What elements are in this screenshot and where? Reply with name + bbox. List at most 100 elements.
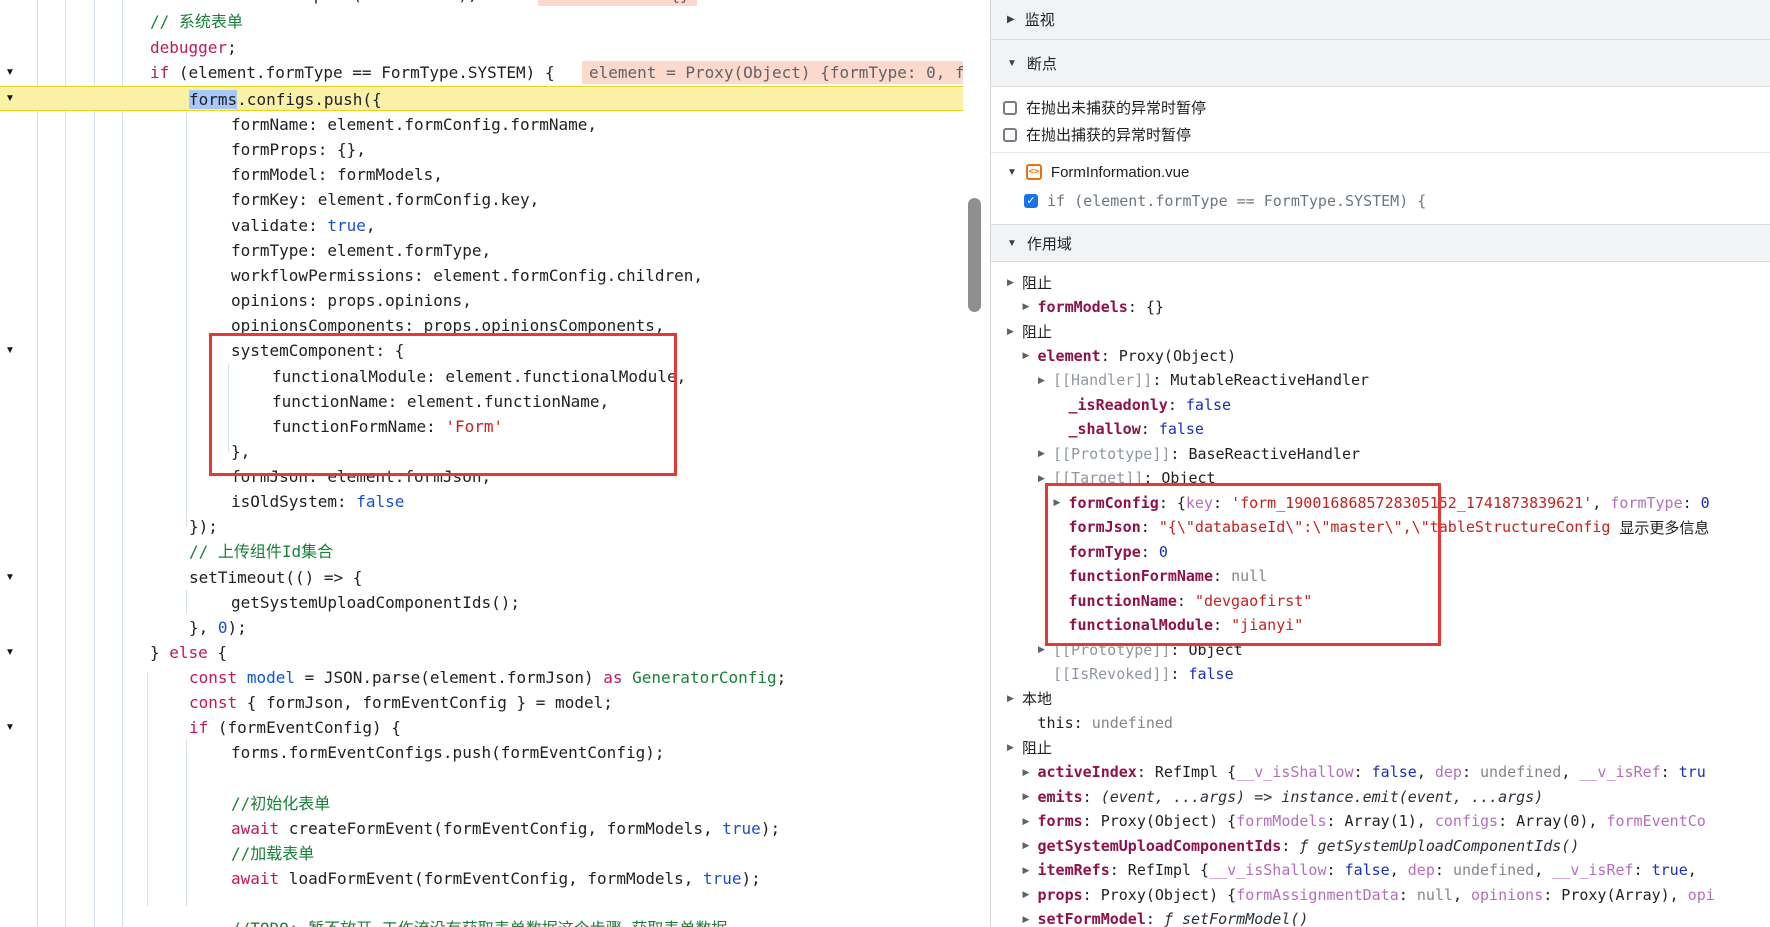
- watch-section-header[interactable]: ▶ 监视: [991, 0, 1770, 40]
- code-line[interactable]: const { formJson, formEventConfig } = mo…: [0, 690, 963, 715]
- code-line[interactable]: formModel: formModels,: [0, 162, 963, 187]
- chevron-down-icon[interactable]: ▼: [1007, 238, 1017, 249]
- scope-row[interactable]: ▶props: Proxy(Object) {formAssignmentDat…: [991, 883, 1770, 908]
- code-line[interactable]: isOldSystem: false: [0, 489, 963, 514]
- breakpoint-entry-row[interactable]: ✓ if (element.formType == FormType.SYSTE…: [991, 187, 1770, 215]
- code-line[interactable]: // 上传组件Id集合: [0, 539, 963, 564]
- code-line[interactable]: getSystemUploadComponentIds();: [0, 590, 963, 615]
- expand-arrow-icon[interactable]: ▶: [1007, 326, 1022, 337]
- code-token: 0: [218, 618, 228, 637]
- code-line[interactable]: await createFormEvent(formEventConfig, f…: [0, 816, 963, 841]
- scope-row[interactable]: ▶[[Prototype]]: BaseReactiveHandler: [991, 442, 1770, 467]
- code-line[interactable]: setTimeout(() => {: [0, 565, 963, 590]
- code-line[interactable]: validate: true,: [0, 213, 963, 238]
- expand-arrow-icon[interactable]: ▶: [1023, 767, 1038, 778]
- breakpoint-checkbox[interactable]: ✓: [1024, 194, 1038, 208]
- code-token: });: [189, 517, 218, 536]
- scope-row[interactable]: this: undefined: [991, 711, 1770, 736]
- scope-row[interactable]: ▶itemRefs: RefImpl {__v_isShallow: false…: [991, 858, 1770, 883]
- code-line[interactable]: await loadFormEvent(formEventConfig, for…: [0, 866, 963, 891]
- code-line[interactable]: if (element.formType == FormType.SYSTEM)…: [0, 60, 963, 85]
- expand-arrow-icon[interactable]: ▶: [1023, 914, 1038, 925]
- code-line[interactable]: if (formEventConfig) {: [0, 715, 963, 740]
- expand-arrow-icon[interactable]: ▶: [1007, 693, 1022, 704]
- code-line[interactable]: forms.formEventConfigs.push(formEventCon…: [0, 740, 963, 765]
- code-line[interactable]: workflowPermissions: element.formConfig.…: [0, 263, 963, 288]
- code-token: }: [150, 643, 169, 662]
- editor-scrollbar[interactable]: [963, 0, 990, 927]
- expand-arrow-icon[interactable]: ▶: [1007, 742, 1022, 753]
- pause-option-row[interactable]: 在抛出未捕获的异常时暂停: [991, 94, 1770, 121]
- checkbox-unchecked[interactable]: [1003, 128, 1017, 142]
- code-line[interactable]: formName: element.formConfig.formName,: [0, 112, 963, 137]
- scope-row[interactable]: ▶forms: Proxy(Object) {formModels: Array…: [991, 809, 1770, 834]
- scope-row[interactable]: ▶emits: (event, ...args) => instance.emi…: [991, 785, 1770, 810]
- code-token: ,: [1561, 763, 1579, 781]
- expand-arrow-icon[interactable]: ▶: [1023, 791, 1038, 802]
- expand-arrow-icon[interactable]: ▶: [1023, 865, 1038, 876]
- code-line[interactable]: //初始化表单: [0, 791, 963, 816]
- code-line[interactable]: debugger;: [0, 35, 963, 60]
- scope-row[interactable]: ▶getSystemUploadComponentIds: ƒ getSyste…: [991, 834, 1770, 859]
- chevron-right-icon[interactable]: ▶: [1007, 14, 1015, 25]
- scope-row[interactable]: _isReadonly: false: [991, 393, 1770, 418]
- code-token: createFormEvent(formEventConfig, formMod…: [279, 819, 722, 838]
- checkbox-unchecked[interactable]: [1003, 101, 1017, 115]
- code-line[interactable]: opinions: props.opinions,: [0, 288, 963, 313]
- code-line[interactable]: });: [0, 514, 963, 539]
- expand-arrow-icon[interactable]: ▶: [1023, 889, 1038, 900]
- breakpoint-file-row[interactable]: ▼ <> FormInformation.vue: [991, 158, 1770, 186]
- code-editor[interactable]: forms.formModels.push(formModels);formMo…: [0, 0, 963, 927]
- scope-row[interactable]: ▶activeIndex: RefImpl {__v_isShallow: fa…: [991, 760, 1770, 785]
- expand-arrow-icon[interactable]: ▶: [1007, 277, 1022, 288]
- code-line[interactable]: formKey: element.formConfig.key,: [0, 187, 963, 212]
- code-line[interactable]: //TODO: 暂不放开 工作流没有获取表单数据这个步骤 获取表单数据: [0, 916, 963, 927]
- fold-arrow-icon[interactable]: ▼: [2, 338, 18, 363]
- fold-arrow-icon[interactable]: ▼: [2, 60, 18, 85]
- chevron-down-icon[interactable]: ▼: [1007, 58, 1017, 69]
- code-token: await: [231, 869, 279, 888]
- code-line[interactable]: // 系统表单: [0, 9, 963, 34]
- scope-row[interactable]: _shallow: false: [991, 417, 1770, 442]
- fold-arrow-icon[interactable]: ▼: [2, 640, 18, 665]
- code-line[interactable]: forms.formModels.push(formModels);formMo…: [0, 0, 963, 7]
- scope-row[interactable]: ▶阻止: [991, 319, 1770, 344]
- scope-row[interactable]: ▶阻止: [991, 736, 1770, 761]
- scope-row[interactable]: ▶本地: [991, 687, 1770, 712]
- pause-option-row[interactable]: 在抛出捕获的异常时暂停: [991, 121, 1770, 148]
- code-line[interactable]: const model = JSON.parse(element.formJso…: [0, 665, 963, 690]
- code-token: 本地: [1022, 688, 1052, 709]
- code-token: ,: [1453, 886, 1471, 904]
- code-line[interactable]: //加载表单: [0, 841, 963, 866]
- code-token: { formJson, formEventConfig } = model;: [237, 693, 613, 712]
- scope-row[interactable]: ▶element: Proxy(Object): [991, 344, 1770, 369]
- expand-arrow-icon[interactable]: ▶: [1038, 448, 1053, 459]
- scope-row[interactable]: ▶[[Handler]]: MutableReactiveHandler: [991, 368, 1770, 393]
- expand-arrow-icon[interactable]: ▶: [1023, 840, 1038, 851]
- expand-arrow-icon[interactable]: ▶: [1023, 301, 1038, 312]
- scope-row[interactable]: ▶阻止: [991, 270, 1770, 295]
- fold-arrow-icon[interactable]: ▼: [2, 715, 18, 740]
- scope-row[interactable]: ▶formModels: {}: [991, 295, 1770, 320]
- code-token: // 系统表单: [150, 12, 243, 31]
- expand-arrow-icon[interactable]: ▶: [1023, 816, 1038, 827]
- scrollbar-thumb[interactable]: [968, 198, 981, 312]
- code-line[interactable]: } else {: [0, 640, 963, 665]
- fold-arrow-icon[interactable]: ▼: [2, 565, 18, 590]
- code-line[interactable]: }, 0);: [0, 615, 963, 640]
- code-line[interactable]: formType: element.formType,: [0, 238, 963, 263]
- code-token: :: [1634, 861, 1652, 879]
- chevron-down-icon[interactable]: ▼: [1007, 167, 1017, 178]
- expand-arrow-icon[interactable]: ▶: [1023, 350, 1038, 361]
- fold-arrow-icon[interactable]: ▼: [2, 86, 18, 111]
- scope-row[interactable]: ▶setFormModel: ƒ setFormModel(): [991, 907, 1770, 927]
- scope-section-header[interactable]: ▼ 作用域: [991, 224, 1770, 262]
- execution-line[interactable]: forms.configs.push({: [0, 86, 963, 111]
- breakpoint-condition[interactable]: if (element.formType == FormType.SYSTEM)…: [1047, 192, 1426, 210]
- code-token: formModels: [1236, 812, 1326, 830]
- expand-arrow-icon[interactable]: ▶: [1038, 375, 1053, 386]
- code-line[interactable]: formProps: {},: [0, 137, 963, 162]
- inline-eval-value: element = Proxy(Object) {formType: 0, f: [582, 61, 963, 84]
- breakpoints-section-header[interactable]: ▼ 断点: [991, 40, 1770, 87]
- scope-row[interactable]: [[IsRevoked]]: false: [991, 662, 1770, 687]
